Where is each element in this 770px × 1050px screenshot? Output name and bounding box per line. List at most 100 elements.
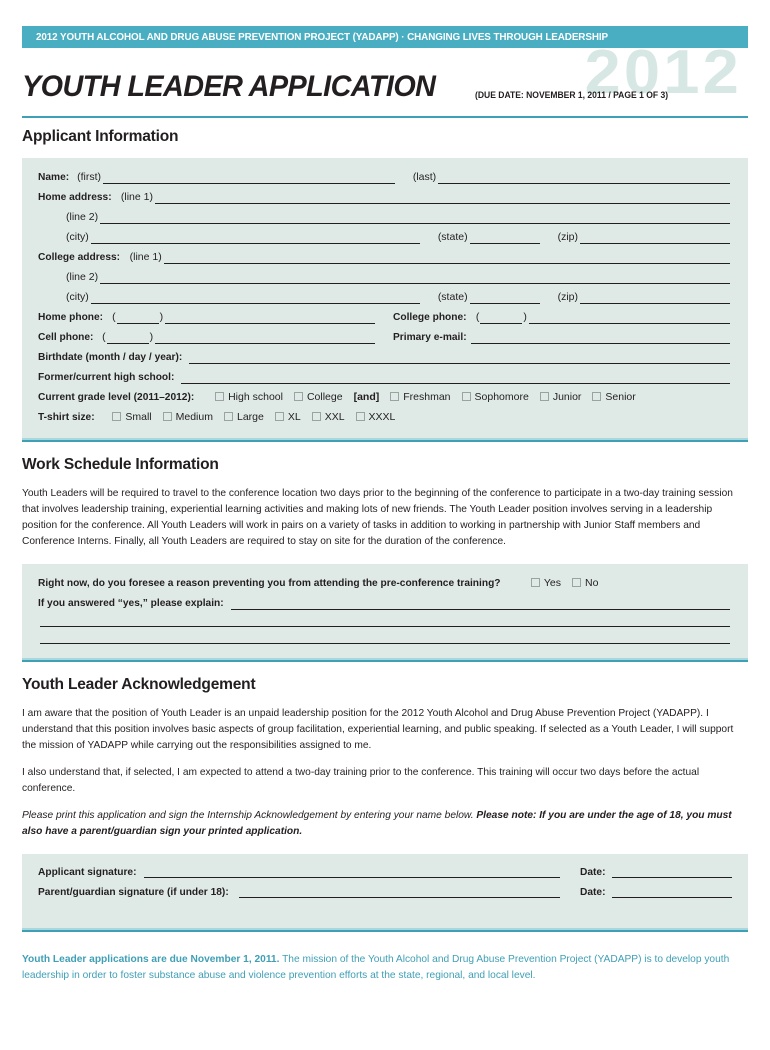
home-zip-input[interactable] bbox=[580, 233, 730, 244]
checkbox-option-college[interactable]: College bbox=[293, 390, 343, 404]
checkbox-label: Yes bbox=[543, 577, 561, 589]
application-form-page: 2012 YOUTH ALCOHOL AND DRUG ABUSE PREVEN… bbox=[0, 26, 770, 1050]
home-phone-number-input[interactable] bbox=[165, 313, 375, 324]
checkbox-option-sophomore[interactable]: Sophomore bbox=[461, 390, 529, 404]
checkbox-icon[interactable] bbox=[539, 391, 549, 401]
home-phone-area-input[interactable] bbox=[116, 313, 159, 324]
home-state-hint: (state) bbox=[437, 231, 468, 243]
college-zip-hint: (zip) bbox=[557, 291, 578, 303]
checkbox-label: Sophomore bbox=[474, 391, 529, 403]
checkbox-label: Small bbox=[125, 411, 152, 423]
work-schedule-paragraph: Youth Leaders will be required to travel… bbox=[22, 488, 733, 547]
applicant-date-input[interactable] bbox=[612, 867, 732, 878]
checkbox-option-junior[interactable]: Junior bbox=[539, 390, 581, 404]
tshirt-size-options: Small Medium Large XL XXL XXXL bbox=[112, 410, 406, 424]
heading-acknowledgement: Youth Leader Acknowledgement bbox=[22, 676, 256, 693]
checkbox-icon[interactable] bbox=[571, 577, 581, 587]
row-preconference-question: Right now, do you foresee a reason preve… bbox=[38, 576, 732, 590]
checkbox-icon[interactable] bbox=[592, 391, 602, 401]
name-label: Name: bbox=[38, 171, 70, 183]
name-first-input[interactable] bbox=[103, 173, 395, 184]
home-address-line1-hint: (line 1) bbox=[120, 191, 153, 203]
birthdate-input[interactable] bbox=[188, 353, 730, 364]
college-zip-input[interactable] bbox=[580, 293, 730, 304]
checkbox-icon[interactable] bbox=[461, 391, 471, 401]
high-school-input[interactable] bbox=[180, 373, 730, 384]
checkbox-icon[interactable] bbox=[162, 411, 172, 421]
applicant-signature-input[interactable] bbox=[143, 867, 560, 878]
preconference-question-label: Right now, do you foresee a reason preve… bbox=[38, 577, 501, 589]
cell-phone-area-input[interactable] bbox=[106, 333, 149, 344]
checkbox-option-xl[interactable]: XL bbox=[274, 410, 301, 424]
explain-input-line-2[interactable] bbox=[40, 616, 730, 627]
header-banner-text: 2012 YOUTH ALCOHOL AND DRUG ABUSE PREVEN… bbox=[36, 31, 609, 43]
row-parent-signature: Parent/guardian signature (if under 18):… bbox=[38, 886, 732, 898]
row-grade-level: Current grade level (2011–2012): High sc… bbox=[38, 390, 732, 404]
checkbox-icon[interactable] bbox=[215, 391, 225, 401]
cell-phone-paren-open: ( bbox=[102, 331, 106, 343]
home-city-hint: (city) bbox=[66, 231, 89, 243]
college-address-line2-hint: (line 2) bbox=[66, 271, 99, 283]
home-phone-paren-open: ( bbox=[112, 311, 116, 323]
acknowledgement-paragraph-2: I also understand that, if selected, I a… bbox=[22, 767, 700, 794]
primary-email-input[interactable] bbox=[470, 333, 730, 344]
checkbox-icon[interactable] bbox=[274, 411, 284, 421]
home-city-input[interactable] bbox=[90, 233, 420, 244]
row-explain-line2 bbox=[38, 616, 732, 627]
parent-date-input[interactable] bbox=[612, 887, 732, 898]
checkbox-option-freshman[interactable]: Freshman bbox=[390, 390, 451, 404]
checkbox-option-small[interactable]: Small bbox=[112, 410, 152, 424]
college-address-line2-input[interactable] bbox=[100, 273, 730, 284]
home-state-input[interactable] bbox=[469, 233, 540, 244]
college-phone-area-input[interactable] bbox=[480, 313, 523, 324]
checkbox-icon[interactable] bbox=[223, 411, 233, 421]
checkbox-icon[interactable] bbox=[293, 391, 303, 401]
cell-phone-number-input[interactable] bbox=[155, 333, 375, 344]
checkbox-icon[interactable] bbox=[311, 411, 321, 421]
checkbox-icon[interactable] bbox=[355, 411, 365, 421]
checkbox-option-high-school[interactable]: High school bbox=[215, 390, 283, 404]
checkbox-icon[interactable] bbox=[390, 391, 400, 401]
checkbox-option-xxl[interactable]: XXL bbox=[311, 410, 345, 424]
checkbox-label: College bbox=[306, 391, 343, 403]
row-home-address-city: (city) (state) (zip) bbox=[38, 230, 732, 244]
row-name: Name: (first) (last) bbox=[38, 170, 732, 184]
signature-panel: Applicant signature: Date: Parent/guardi… bbox=[22, 854, 748, 928]
parent-signature-input[interactable] bbox=[238, 887, 560, 898]
row-home-address-line2: (line 2) bbox=[38, 210, 732, 224]
parent-date-label: Date: bbox=[579, 886, 606, 898]
name-last-input[interactable] bbox=[438, 173, 730, 184]
college-phone-number-input[interactable] bbox=[528, 313, 730, 324]
checkbox-option-senior[interactable]: Senior bbox=[592, 390, 636, 404]
footer-text: Youth Leader applications are due Novemb… bbox=[22, 952, 748, 984]
explain-input-line-3[interactable] bbox=[40, 633, 730, 644]
college-phone-label: College phone: bbox=[393, 311, 467, 323]
college-city-hint: (city) bbox=[66, 291, 89, 303]
checkbox-option-xxxl[interactable]: XXXL bbox=[355, 410, 396, 424]
home-address-line2-input[interactable] bbox=[100, 213, 730, 224]
college-state-hint: (state) bbox=[437, 291, 468, 303]
checkbox-icon[interactable] bbox=[530, 577, 540, 587]
checkbox-option-large[interactable]: Large bbox=[223, 410, 264, 424]
college-address-line1-input[interactable] bbox=[163, 253, 730, 264]
checkbox-icon[interactable] bbox=[112, 411, 122, 421]
checkbox-option-no[interactable]: No bbox=[571, 576, 598, 590]
college-state-input[interactable] bbox=[469, 293, 540, 304]
college-city-input[interactable] bbox=[90, 293, 420, 304]
home-address-line1-input[interactable] bbox=[154, 193, 730, 204]
preconference-answer-options: Yes No bbox=[530, 576, 610, 590]
parent-signature-label: Parent/guardian signature (if under 18): bbox=[38, 886, 229, 898]
checkbox-label: Senior bbox=[605, 391, 636, 403]
checkbox-option-yes[interactable]: Yes bbox=[530, 576, 561, 590]
explain-input-line-1[interactable] bbox=[231, 599, 730, 610]
checkbox-option-medium[interactable]: Medium bbox=[162, 410, 213, 424]
and-connector-label: [and] bbox=[353, 391, 380, 403]
heading-applicant-information: Applicant Information bbox=[22, 128, 179, 145]
checkbox-label: XXXL bbox=[368, 411, 396, 423]
heading-work-schedule: Work Schedule Information bbox=[22, 456, 219, 473]
row-college-address-city: (city) (state) (zip) bbox=[38, 290, 732, 304]
page-title: YOUTH LEADER APPLICATION bbox=[22, 70, 436, 103]
checkbox-label: XL bbox=[287, 411, 301, 423]
row-cell-email: Cell phone: ( ) Primary e-mail: bbox=[38, 330, 732, 344]
checkbox-label: High school bbox=[228, 391, 283, 403]
